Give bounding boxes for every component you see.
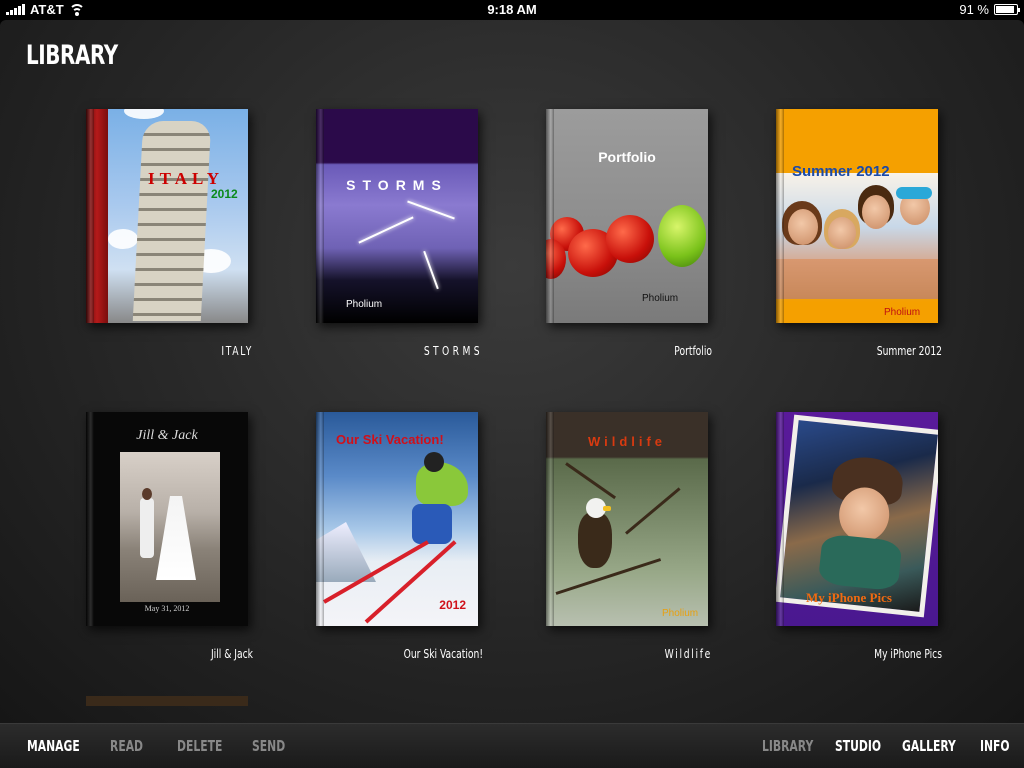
cover-subtitle: 2012 [211, 187, 238, 201]
book-partial[interactable] [86, 696, 248, 706]
cover-brand: Pholium [346, 299, 383, 310]
delete-button[interactable]: DELETE [177, 737, 222, 755]
book-caption-portfolio[interactable]: Portfolio [542, 344, 712, 358]
tab-library[interactable]: LIBRARY [762, 737, 813, 755]
cover-title: STORMS [346, 177, 448, 193]
book-summer-2012[interactable]: Summer 2012 Pholium [776, 109, 938, 323]
book-caption-storms[interactable]: STORMS [313, 344, 483, 358]
book-caption-our-ski-vacation[interactable]: Our Ski Vacation! [313, 647, 483, 661]
book-caption-wildlife[interactable]: Wildlife [542, 647, 712, 661]
tab-info[interactable]: INFO [980, 737, 1010, 755]
book-caption-summer-2012[interactable]: Summer 2012 [772, 344, 942, 358]
selfie-photo [776, 414, 938, 618]
book-caption-italy[interactable]: ITALY [83, 344, 253, 358]
wedding-photo [120, 452, 220, 602]
status-bar: AT&T 9:18 AM 91 % [0, 0, 1024, 20]
cover-title: Jill & Jack [136, 428, 198, 443]
book-storms[interactable]: STORMS Pholium [316, 109, 478, 323]
book-caption-jill-and-jack[interactable]: Jill & Jack [83, 647, 253, 661]
tower-image [132, 121, 212, 321]
library-view[interactable]: LIBRARY ITALY 2012 ITALY STORMS Pholium … [0, 20, 1024, 723]
battery-fill [996, 6, 1015, 13]
cover-brand: Pholium [662, 608, 699, 619]
send-button[interactable]: SEND [252, 737, 285, 755]
page-title: LIBRARY [26, 40, 118, 71]
manage-button[interactable]: MANAGE [27, 737, 80, 755]
eagle-image [578, 512, 612, 568]
cover-title: Wildlife [587, 434, 667, 449]
battery-icon [994, 4, 1020, 15]
cover-title: Our Ski Vacation! [336, 432, 444, 447]
cover-brand: Pholium [884, 307, 921, 318]
book-jill-and-jack[interactable]: Jill & Jack May 31, 2012 [86, 412, 248, 626]
cover-title: ITALY [148, 169, 225, 188]
status-right: 91 % [959, 2, 1020, 17]
book-my-iphone-pics[interactable]: My iPhone Pics [776, 412, 938, 626]
book-our-ski-vacation[interactable]: Our Ski Vacation! 2012 [316, 412, 478, 626]
status-time: 9:18 AM [487, 2, 537, 17]
book-caption-my-iphone-pics[interactable]: My iPhone Pics [772, 647, 942, 661]
bottom-toolbar: MANAGE READ DELETE SEND LIBRARY STUDIO G… [0, 723, 1024, 768]
cover-brand: Pholium [642, 293, 679, 304]
read-button[interactable]: READ [110, 737, 143, 755]
cover-title: Portfolio [598, 149, 656, 165]
book-wildlife[interactable]: Wildlife Pholium [546, 412, 708, 626]
cover-date: May 31, 2012 [144, 604, 190, 613]
book-italy[interactable]: ITALY 2012 [86, 109, 248, 323]
cover-title: Summer 2012 [792, 163, 890, 180]
tab-gallery[interactable]: GALLERY [902, 737, 956, 755]
book-portfolio[interactable]: Portfolio Pholium [546, 109, 708, 323]
battery-percent: 91 % [959, 2, 989, 17]
cover-subtitle: 2012 [439, 598, 466, 612]
cover-title: My iPhone Pics [806, 590, 892, 605]
tab-studio[interactable]: STUDIO [835, 737, 881, 755]
